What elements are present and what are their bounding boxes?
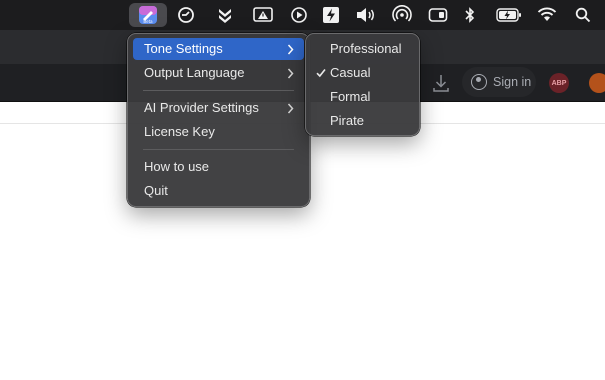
battery-icon[interactable] xyxy=(496,5,522,25)
bluetooth-icon[interactable] xyxy=(459,5,481,25)
display-warning-icon[interactable] xyxy=(253,5,275,25)
search-icon[interactable] xyxy=(572,5,594,25)
user-avatar-icon xyxy=(471,74,487,90)
menu-item-license-key[interactable]: License Key xyxy=(133,121,304,143)
checkmark-icon xyxy=(316,62,326,84)
menu-item-label: Tone Settings xyxy=(144,41,223,56)
menu-item-label: License Key xyxy=(144,124,215,139)
chevron-right-icon xyxy=(287,97,294,119)
clock-arrow-icon[interactable] xyxy=(175,5,197,25)
menu-separator xyxy=(143,149,294,150)
menu-item-tone-settings[interactable]: Tone Settings xyxy=(133,38,304,60)
app-active-icon[interactable]: Beta xyxy=(137,5,159,25)
sign-in-label: Sign in xyxy=(493,75,532,89)
abp-label: ABP xyxy=(551,79,567,87)
tone-option-pirate[interactable]: Pirate xyxy=(311,110,414,132)
sign-in-button[interactable]: Sign in xyxy=(462,67,536,97)
app-dropdown-menu: Tone Settings Output Language AI Provide… xyxy=(127,33,310,207)
menu-item-label: Output Language xyxy=(144,65,245,80)
tone-option-professional[interactable]: Professional xyxy=(311,38,414,60)
menu-separator xyxy=(143,90,294,91)
airdrop-icon[interactable] xyxy=(391,5,413,25)
input-icon[interactable] xyxy=(427,5,449,25)
menu-item-how-to-use[interactable]: How to use xyxy=(133,156,304,178)
chevron-right-icon xyxy=(287,62,294,84)
lightning-icon[interactable] xyxy=(320,5,342,25)
tone-submenu: Professional Casual Formal Pirate xyxy=(305,33,420,136)
tone-option-label: Formal xyxy=(330,89,371,104)
svg-text:Beta: Beta xyxy=(143,19,153,24)
tone-option-formal[interactable]: Formal xyxy=(311,86,414,108)
menu-item-ai-provider-settings[interactable]: AI Provider Settings xyxy=(133,97,304,119)
menu-item-label: AI Provider Settings xyxy=(144,100,259,115)
wifi-icon[interactable] xyxy=(536,5,558,25)
chevron-right-icon xyxy=(287,38,294,60)
menu-item-output-language[interactable]: Output Language xyxy=(133,62,304,84)
menu-item-label: Quit xyxy=(144,183,168,198)
tone-option-casual[interactable]: Casual xyxy=(311,62,414,84)
volume-icon[interactable] xyxy=(355,5,377,25)
menu-item-label: How to use xyxy=(144,159,210,174)
chevrons-down-icon[interactable] xyxy=(214,5,236,25)
download-icon[interactable] xyxy=(430,72,452,94)
tone-option-label: Pirate xyxy=(330,113,364,128)
extension-icon[interactable] xyxy=(589,73,605,93)
menu-item-quit[interactable]: Quit xyxy=(133,180,304,202)
tone-option-label: Professional xyxy=(330,41,402,56)
menu-bar: Beta xyxy=(0,0,605,30)
play-circle-icon[interactable] xyxy=(288,5,310,25)
tone-option-label: Casual xyxy=(330,65,371,80)
adblock-extension-icon[interactable]: ABP xyxy=(549,73,569,93)
